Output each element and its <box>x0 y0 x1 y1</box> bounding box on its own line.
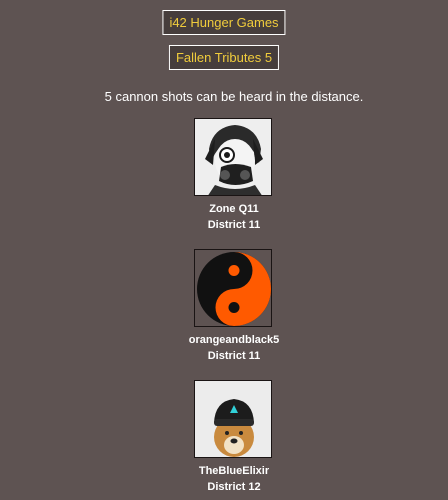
tribute-avatar-masked-anime <box>194 118 272 196</box>
tribute-district: District 12 <box>207 481 261 493</box>
yin-yang-icon <box>197 252 271 326</box>
tribute-name: orangeandblack5 <box>188 334 280 346</box>
game-title: i42 Hunger Games <box>162 10 286 35</box>
tribute-district: District 11 <box>207 350 261 362</box>
tribute-avatar-dog <box>194 380 272 458</box>
tribute-name: Zone Q11 <box>209 203 259 215</box>
masked-anime-avatar-icon <box>195 119 271 195</box>
tribute-district: District 11 <box>207 219 261 231</box>
dog-in-beanie-icon <box>195 381 271 457</box>
announcement-text: 5 cannon shots can be heard in the dista… <box>104 89 364 104</box>
section-title: Fallen Tributes 5 <box>168 45 280 70</box>
tribute-avatar-yin-yang <box>194 249 272 327</box>
tribute-name: TheBlueElixir <box>198 465 270 477</box>
